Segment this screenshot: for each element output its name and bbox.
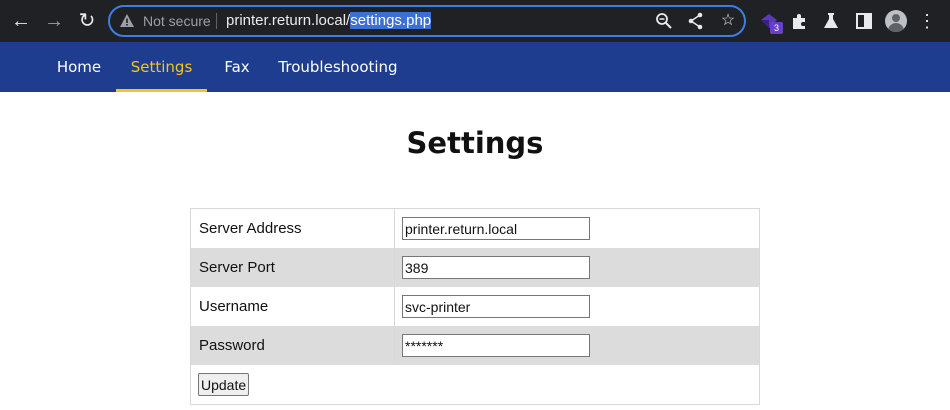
avatar-body (888, 23, 904, 32)
share-icon[interactable] (686, 11, 706, 31)
form-row-server-port: Server Port (191, 248, 759, 287)
zoom-icon[interactable] (654, 11, 674, 31)
address-bar[interactable]: Not secure printer.return.local/settings… (108, 5, 746, 37)
form-row-submit: Update (191, 365, 759, 404)
security-status-label[interactable]: Not secure (143, 13, 211, 29)
username-input[interactable] (402, 295, 590, 318)
warning-triangle-icon (120, 14, 134, 27)
form-row-username: Username (191, 287, 759, 326)
server-port-label: Server Port (199, 259, 275, 276)
form-row-server-address: Server Address (191, 209, 759, 248)
url-host: printer.return.local/ (226, 12, 351, 29)
column-divider (394, 248, 395, 287)
form-row-password: Password (191, 326, 759, 365)
column-divider (394, 287, 395, 326)
url-path-selected: settings.php (350, 12, 432, 29)
profile-avatar-icon[interactable] (885, 10, 907, 32)
nav-home[interactable]: Home (44, 42, 114, 92)
site-navbar: Home Settings Fax Troubleshooting (0, 42, 950, 92)
page-title: Settings (406, 126, 544, 160)
server-port-input[interactable] (402, 256, 590, 279)
avatar-head (892, 14, 900, 22)
username-label: Username (199, 298, 269, 315)
labs-flask-icon[interactable] (820, 10, 842, 32)
nav-settings[interactable]: Settings (116, 42, 207, 92)
side-panel-icon[interactable] (853, 10, 875, 32)
extensions-puzzle-icon[interactable] (789, 10, 811, 32)
column-divider (394, 209, 395, 248)
password-input[interactable] (402, 334, 590, 357)
update-button[interactable]: Update (198, 373, 250, 396)
settings-form: Server Address Server Port Username Pass… (190, 208, 760, 405)
password-label: Password (199, 337, 265, 354)
browser-toolbar: ← → ↻ Not secure printer.return.local/se… (0, 0, 950, 42)
address-separator (216, 13, 217, 29)
back-arrow-icon[interactable]: ← (8, 8, 34, 34)
forward-arrow-icon[interactable]: → (41, 8, 67, 34)
reload-icon[interactable]: ↻ (74, 8, 100, 34)
bookmark-star-icon[interactable]: ☆ (718, 11, 738, 31)
nav-troubleshooting[interactable]: Troubleshooting (266, 42, 410, 92)
server-address-label: Server Address (199, 220, 302, 237)
extension-badge: 3 (770, 22, 783, 34)
server-address-input[interactable] (402, 217, 590, 240)
url-text[interactable]: printer.return.local/settings.php (226, 12, 432, 30)
nav-fax[interactable]: Fax (210, 42, 264, 92)
more-menu-icon[interactable]: ⋮ (918, 10, 936, 32)
column-divider (394, 326, 395, 365)
